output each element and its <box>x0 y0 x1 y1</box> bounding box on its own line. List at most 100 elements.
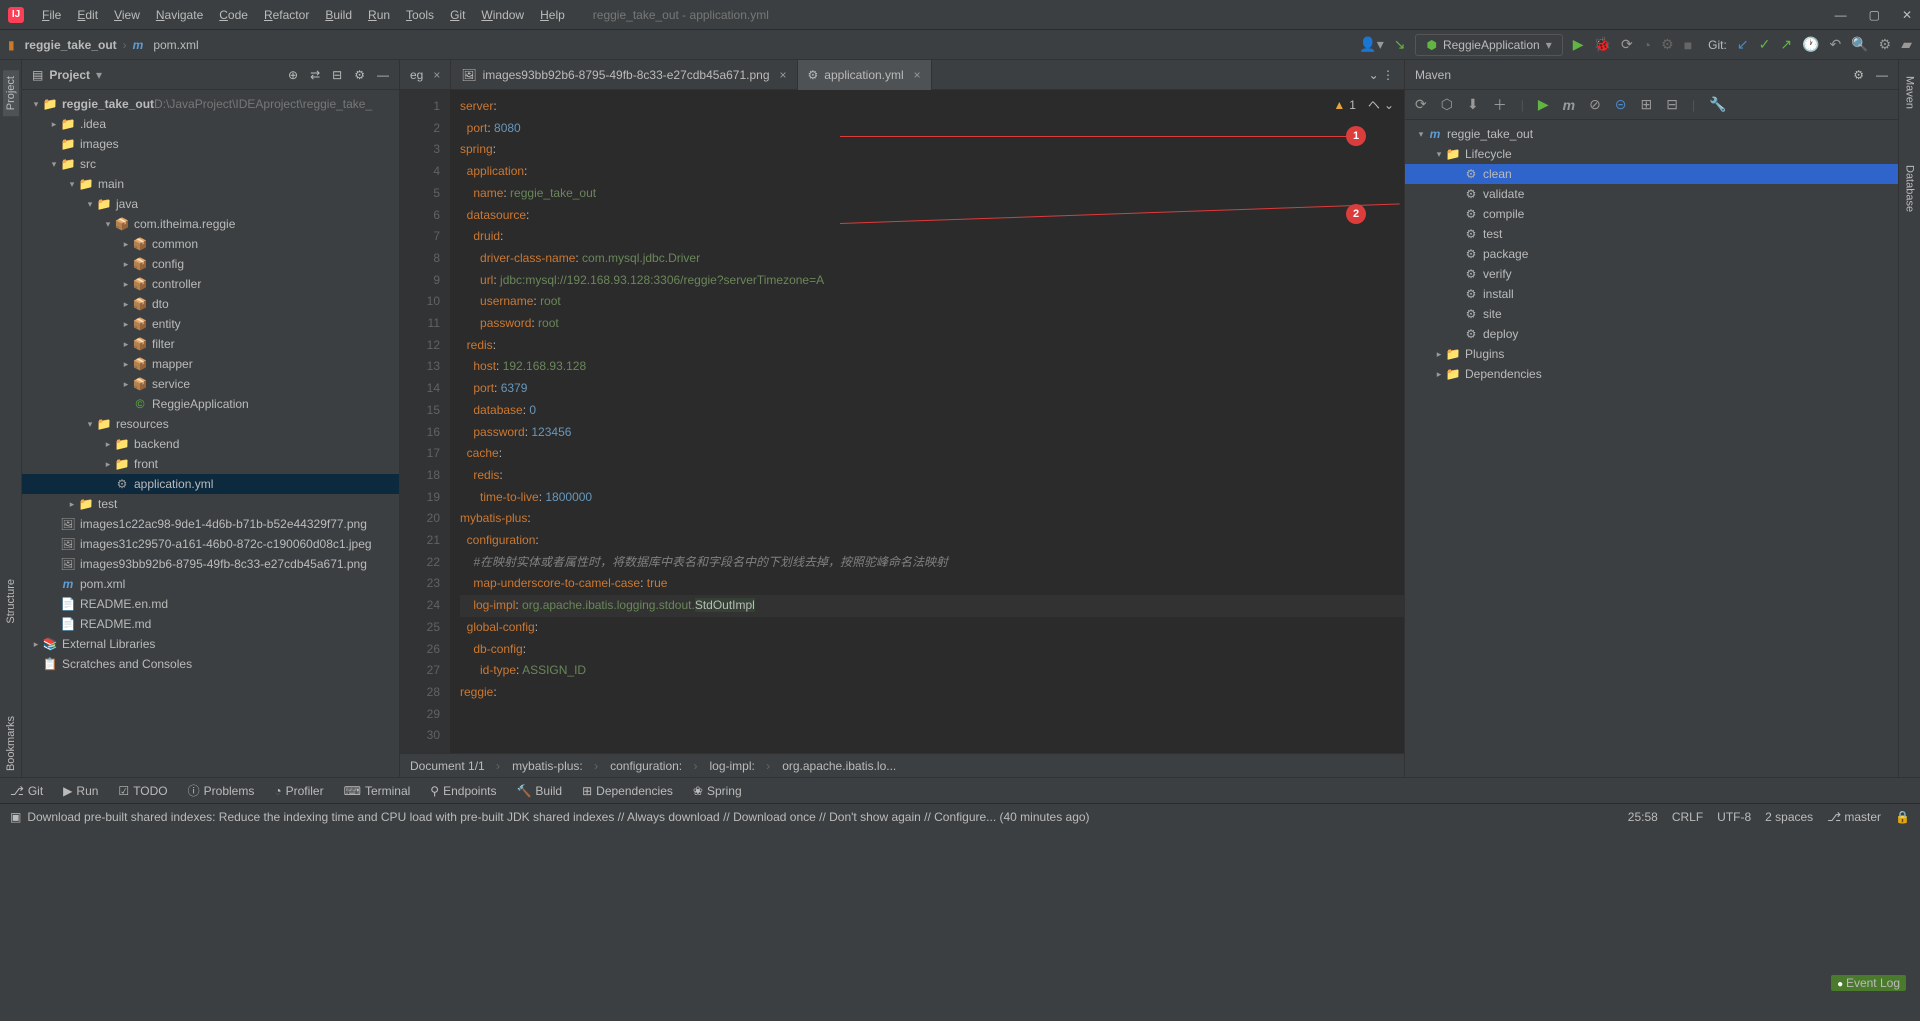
tree-node[interactable]: 📁main <box>22 174 399 194</box>
tool-dependencies[interactable]: ⊞Dependencies <box>582 784 673 798</box>
editor-tab[interactable]: eg× <box>400 60 451 90</box>
git-branch[interactable]: ⎇ master <box>1827 810 1881 824</box>
user-icon[interactable]: 👤▾ <box>1359 36 1383 53</box>
maven-node[interactable]: ⚙site <box>1405 304 1898 324</box>
debug-icon[interactable]: 🐞 <box>1594 36 1611 53</box>
menu-navigate[interactable]: Navigate <box>148 8 211 22</box>
tree-node[interactable]: 📁reggie_take_out D:\JavaProject\IDEAproj… <box>22 94 399 114</box>
breadcrumb[interactable]: ▮ reggie_take_out › m pom.xml <box>8 38 199 52</box>
tree-node[interactable]: 📁backend <box>22 434 399 454</box>
breadcrumb-project[interactable]: reggie_take_out <box>25 38 117 52</box>
maven-node[interactable]: ⚙compile <box>1405 204 1898 224</box>
tree-node[interactable]: 📄README.en.md <box>22 594 399 614</box>
tree-node[interactable]: 📦controller <box>22 274 399 294</box>
menu-git[interactable]: Git <box>442 8 473 22</box>
maximize-icon[interactable]: ▢ <box>1869 8 1880 22</box>
run-icon[interactable]: ▶ <box>1573 36 1584 53</box>
indent-setting[interactable]: 2 spaces <box>1765 810 1813 824</box>
status-icon[interactable]: ▣ <box>10 810 21 824</box>
tool-build[interactable]: 🔨Build <box>516 784 562 798</box>
tree-node[interactable]: 📋Scratches and Consoles <box>22 654 399 674</box>
code-body[interactable]: server: port: 8080spring: application: n… <box>450 90 1404 753</box>
menu-tools[interactable]: Tools <box>398 8 442 22</box>
lock-icon[interactable]: 🔒 <box>1895 810 1910 824</box>
breadcrumb-file[interactable]: pom.xml <box>153 38 198 52</box>
tree-node[interactable]: mpom.xml <box>22 574 399 594</box>
tree-node[interactable]: ⚙application.yml <box>22 474 399 494</box>
toggle-offline-icon[interactable]: ⊘ <box>1589 96 1601 113</box>
run-maven-icon[interactable]: ▶ <box>1538 96 1549 113</box>
maven-node[interactable]: ⚙test <box>1405 224 1898 244</box>
editor-tab[interactable]: ⚙application.yml× <box>798 60 932 90</box>
file-encoding[interactable]: UTF-8 <box>1717 810 1751 824</box>
editor-tab[interactable]: 🖼images93bb92b6-8795-49fb-8c33-e27cdb45a… <box>451 60 797 90</box>
tab-dropdown-icon[interactable]: ⌄ <box>1369 68 1379 82</box>
hide-panel-icon[interactable]: — <box>377 68 389 82</box>
inspection-widget[interactable]: ▲ 1 ヘ⌄ <box>1333 96 1394 113</box>
tree-node[interactable]: 📁src <box>22 154 399 174</box>
tool-profiler[interactable]: ◔Profiler <box>274 784 323 798</box>
status-message[interactable]: Download pre-built shared indexes: Reduc… <box>27 810 1089 824</box>
tool-todo[interactable]: ☑TODO <box>118 784 167 798</box>
panel-settings-icon[interactable]: ⚙ <box>354 68 365 82</box>
menu-file[interactable]: File <box>34 8 69 22</box>
git-rollback-icon[interactable]: ↶ <box>1829 36 1841 53</box>
menu-run[interactable]: Run <box>360 8 398 22</box>
menu-build[interactable]: Build <box>317 8 360 22</box>
maven-node[interactable]: 📁Lifecycle <box>1405 144 1898 164</box>
expand-all-icon[interactable]: ⇄ <box>310 68 320 82</box>
stop-icon[interactable]: ■ <box>1684 37 1692 53</box>
git-commit-icon[interactable]: ✓ <box>1759 36 1771 53</box>
maven-settings-icon[interactable]: ⚙ <box>1853 68 1864 82</box>
close-tab-icon[interactable]: × <box>780 68 787 82</box>
tree-node[interactable]: 📁java <box>22 194 399 214</box>
maven-node[interactable]: ⚙verify <box>1405 264 1898 284</box>
minimize-icon[interactable]: — <box>1835 8 1847 22</box>
tree-node[interactable]: 📦com.itheima.reggie <box>22 214 399 234</box>
project-panel-title[interactable]: Project <box>49 68 90 82</box>
close-tab-icon[interactable]: × <box>433 68 440 82</box>
hammer-icon[interactable]: ↘ <box>1394 36 1406 53</box>
tree-node[interactable]: 📚External Libraries <box>22 634 399 654</box>
tree-node[interactable]: 📁images <box>22 134 399 154</box>
show-deps-icon[interactable]: ⊞ <box>1641 96 1653 113</box>
close-icon[interactable]: ✕ <box>1902 8 1912 22</box>
line-separator[interactable]: CRLF <box>1672 810 1703 824</box>
tree-node[interactable]: 🖼images31c29570-a161-46b0-872c-c190060d0… <box>22 534 399 554</box>
tree-node[interactable]: 🖼images1c22ac98-9de1-4d6b-b71b-b52e44329… <box>22 514 399 534</box>
maven-node[interactable]: ⚙deploy <box>1405 324 1898 344</box>
maven-wrench-icon[interactable]: 🔧 <box>1709 96 1726 113</box>
maven-node[interactable]: ⚙install <box>1405 284 1898 304</box>
tool-endpoints[interactable]: ⚲Endpoints <box>430 784 496 798</box>
generate-sources-icon[interactable]: ⬡ <box>1441 96 1453 113</box>
reload-icon[interactable]: ⟳ <box>1415 96 1427 113</box>
maven-node[interactable]: ⚙validate <box>1405 184 1898 204</box>
menu-code[interactable]: Code <box>211 8 256 22</box>
tree-node[interactable]: 📦entity <box>22 314 399 334</box>
git-update-icon[interactable]: ↙ <box>1737 36 1749 53</box>
profile-icon[interactable]: ◔ <box>1643 37 1651 53</box>
tree-node[interactable]: 🖼images93bb92b6-8795-49fb-8c33-e27cdb45a… <box>22 554 399 574</box>
project-tree[interactable]: 📁reggie_take_out D:\JavaProject\IDEAproj… <box>22 90 399 777</box>
select-file-icon[interactable]: ⊕ <box>288 68 298 82</box>
learn-icon[interactable]: ▰ <box>1901 36 1912 53</box>
git-push-icon[interactable]: ↗ <box>1780 36 1792 53</box>
event-log-button[interactable]: ● Event Log <box>1831 975 1906 991</box>
tab-database[interactable]: Database <box>1902 159 1918 218</box>
maven-node[interactable]: ⚙package <box>1405 244 1898 264</box>
maven-node[interactable]: mreggie_take_out <box>1405 124 1898 144</box>
tool-run[interactable]: ▶Run <box>63 784 98 798</box>
tool-git[interactable]: ⎇Git <box>10 784 43 798</box>
tree-node[interactable]: 📁resources <box>22 414 399 434</box>
attach-icon[interactable]: ⚙ <box>1661 36 1674 53</box>
skip-tests-icon[interactable]: ⊝ <box>1615 96 1627 113</box>
collapse-maven-icon[interactable]: ⊟ <box>1666 96 1678 113</box>
menu-window[interactable]: Window <box>473 8 532 22</box>
tree-node[interactable]: 📦config <box>22 254 399 274</box>
tree-node[interactable]: 📦common <box>22 234 399 254</box>
settings-icon[interactable]: ⚙ <box>1879 36 1892 53</box>
editor-breadcrumbs[interactable]: Document 1/1mybatis-plus:configuration:l… <box>400 753 1404 777</box>
code-editor[interactable]: 1234567891011121314151617181920212223242… <box>400 90 1404 753</box>
tab-maven[interactable]: Maven <box>1902 70 1918 115</box>
add-project-icon[interactable]: ＋ <box>1493 95 1507 115</box>
